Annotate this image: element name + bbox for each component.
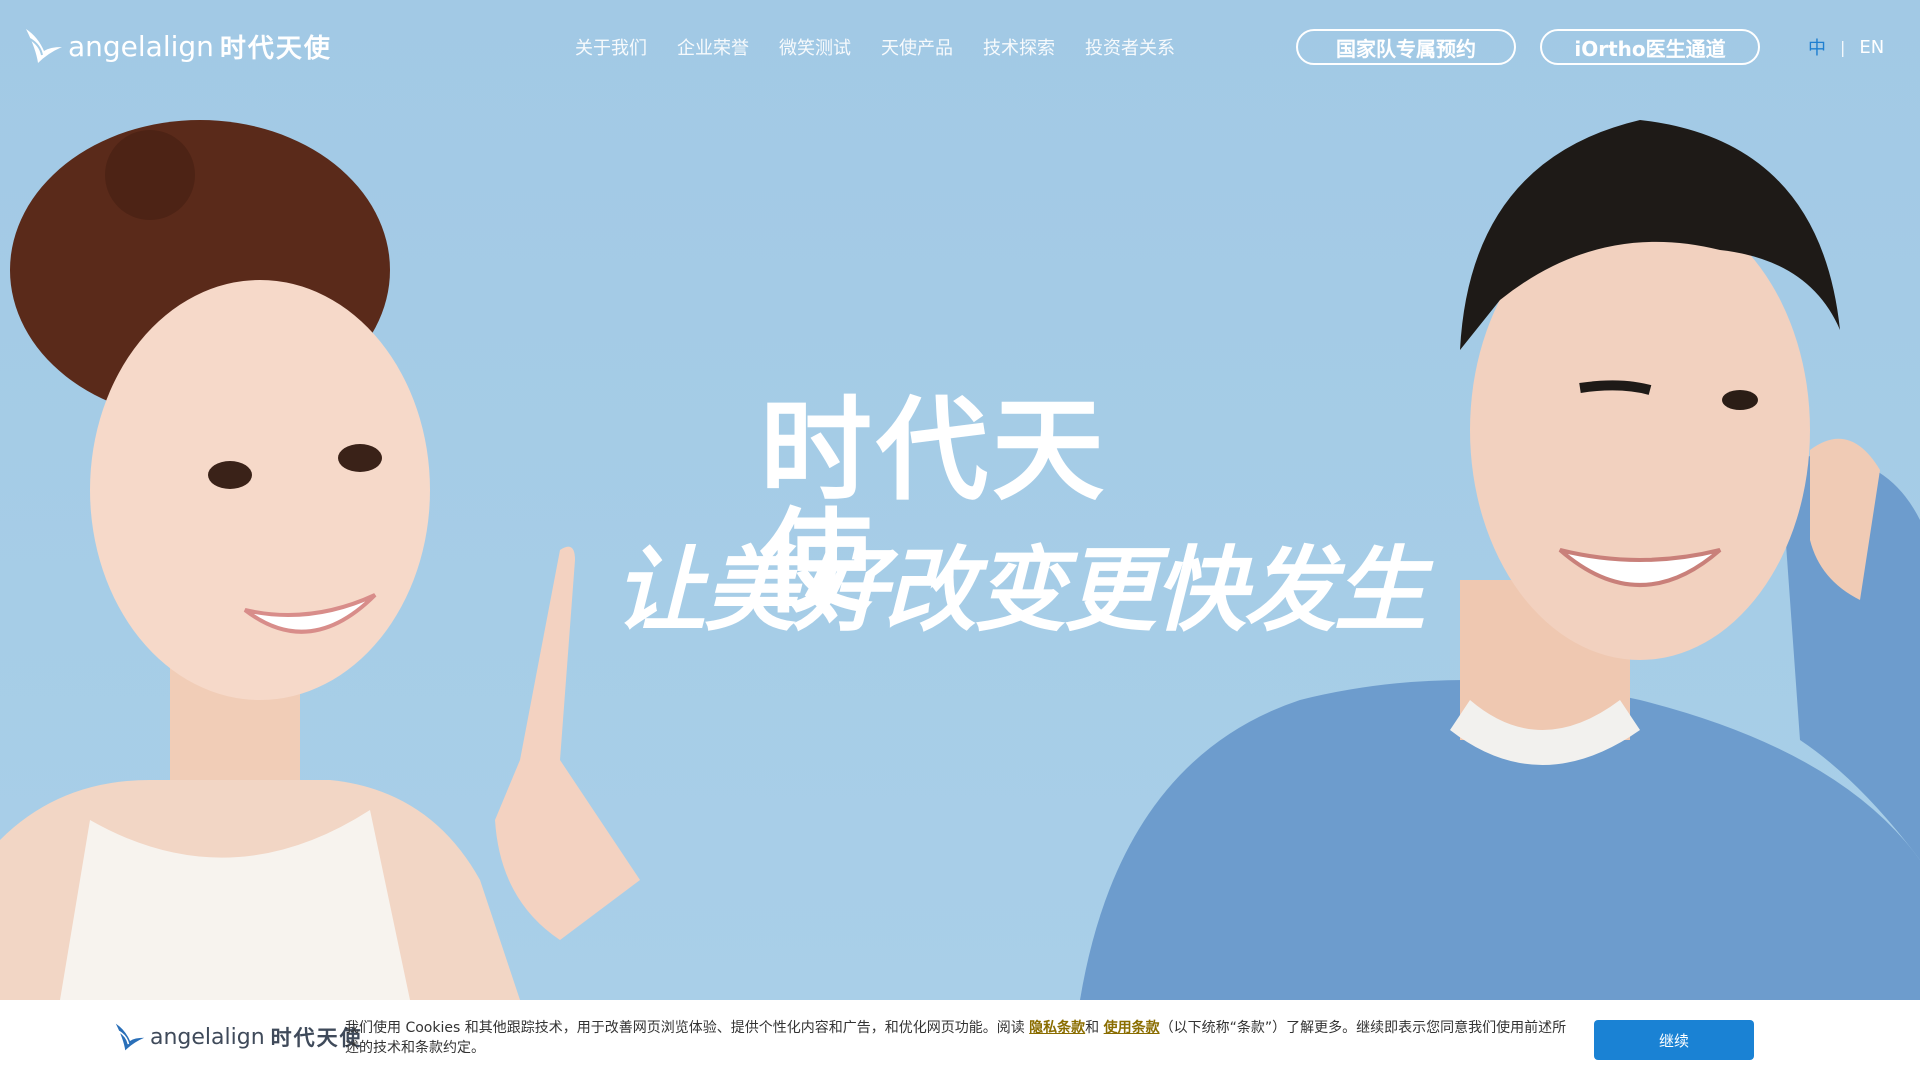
privacy-policy-link[interactable]: 隐私条款 (1029, 1020, 1085, 1036)
nav-honors[interactable]: 企业荣誉 (677, 34, 749, 60)
cookie-logo: angelalign 时代天使 (114, 1022, 363, 1052)
hero-woman-image (0, 120, 640, 1000)
nav-smile-test[interactable]: 微笑测试 (779, 34, 851, 60)
site-header: angelalign 时代天使 关于我们 企业荣誉 微笑测试 天使产品 技术探索… (0, 0, 1920, 96)
language-switcher: 中 | EN (1808, 34, 1884, 60)
cookie-text-and: 和 (1085, 1020, 1104, 1036)
cookie-text-before: 我们使用 Cookies 和其他跟踪技术，用于改善网页浏览体验、提供个性化内容和… (345, 1020, 1030, 1036)
nav-investor-relations[interactable]: 投资者关系 (1085, 34, 1175, 60)
nav-products[interactable]: 天使产品 (881, 34, 953, 60)
nav-about[interactable]: 关于我们 (575, 34, 647, 60)
lang-zh-link[interactable]: 中 (1808, 34, 1826, 60)
iortho-doctor-portal-button[interactable]: iOrtho医生通道 (1540, 29, 1760, 65)
cookie-logo-text-en: angelalign (150, 1024, 265, 1050)
main-nav: 关于我们 企业荣誉 微笑测试 天使产品 技术探索 投资者关系 (575, 34, 1205, 60)
wing-logo-icon (26, 29, 62, 63)
nav-technology[interactable]: 技术探索 (983, 34, 1055, 60)
logo-text-en: angelalign (68, 29, 214, 63)
logo-text-cn: 时代天使 (219, 33, 332, 64)
lang-en-link[interactable]: EN (1859, 37, 1884, 58)
wing-logo-icon (115, 1023, 145, 1051)
hero-slogan: 让美好改变更快发生 (614, 537, 1426, 644)
hero-banner: 时代天使 让美好改变更快发生 angelalign 时代天使 关于我们 企业荣誉… (0, 0, 1920, 1000)
cookie-notice-text: 我们使用 Cookies 和其他跟踪技术，用于改善网页浏览体验、提供个性化内容和… (345, 1018, 1575, 1058)
national-team-booking-button[interactable]: 国家队专属预约 (1296, 29, 1516, 65)
cookie-continue-button[interactable]: 继续 (1594, 1020, 1754, 1060)
cookie-consent-bar: angelalign 时代天使 我们使用 Cookies 和其他跟踪技术，用于改… (0, 1000, 1920, 1080)
site-logo[interactable]: angelalign 时代天使 (24, 24, 332, 68)
lang-separator: | (1840, 37, 1846, 57)
terms-of-use-link[interactable]: 使用条款 (1104, 1020, 1160, 1036)
